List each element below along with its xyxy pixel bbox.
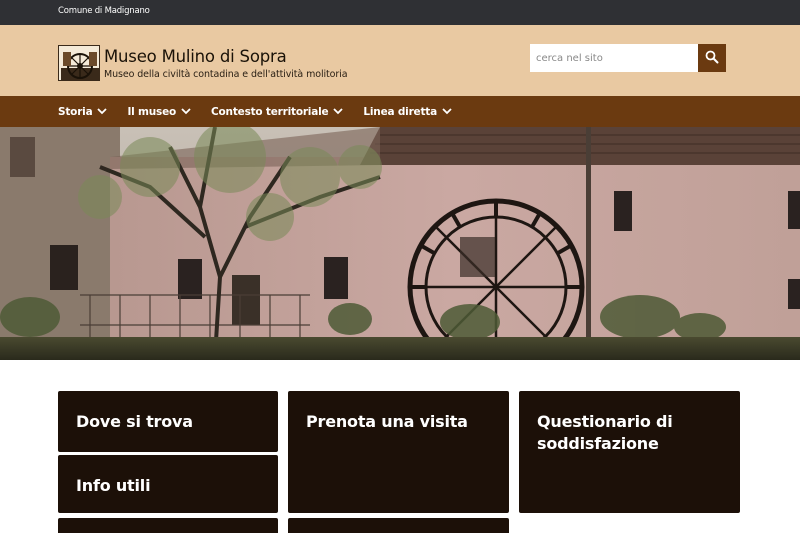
card-partial-middle[interactable] [288,518,509,533]
nav-item-storia[interactable]: Storia [58,96,108,127]
card-prenota-una-visita[interactable]: Prenota una visita [288,391,509,513]
nav-item-label: Linea diretta [363,105,437,118]
card-label: Info utili [76,476,151,495]
search-button[interactable] [698,44,726,72]
nav-item-label: Il museo [127,105,177,118]
chevron-down-icon [442,108,452,115]
search-icon [705,50,719,67]
nav-item-label: Contesto territoriale [211,105,329,118]
search-input[interactable] [530,44,698,72]
main-navigation: Storia Il museo Contesto territoriale Li… [0,96,800,127]
card-label: Questionario di soddisfazione [537,412,673,453]
top-bar: Comune di Madignano [0,0,800,25]
card-questionario-di-soddisfazione[interactable]: Questionario di soddisfazione [519,391,740,513]
hero-image [0,127,800,360]
card-label: Dove si trova [76,412,193,431]
nav-item-il-museo[interactable]: Il museo [127,96,191,127]
mill-wheel-logo-icon[interactable] [58,45,100,81]
chevron-down-icon [181,108,191,115]
card-dove-si-trova[interactable]: Dove si trova [58,391,278,452]
site-subtitle: Museo della civiltà contadina e dell'att… [104,69,348,80]
chevron-down-icon [333,108,344,115]
site-header: Museo Mulino di Sopra Museo della civilt… [0,25,800,96]
card-label: Prenota una visita [306,412,468,431]
card-partial-left[interactable] [58,518,278,533]
nav-item-label: Storia [58,105,93,118]
nav-item-linea-diretta[interactable]: Linea diretta [363,96,452,127]
site-title[interactable]: Museo Mulino di Sopra [104,47,287,66]
chevron-down-icon [97,108,108,115]
municipality-link[interactable]: Comune di Madignano [58,6,150,16]
quick-links-grid: Dove si trova Prenota una visita Questio… [0,360,800,533]
card-info-utili[interactable]: Info utili [58,455,278,513]
nav-item-contesto-territoriale[interactable]: Contesto territoriale [211,96,344,127]
